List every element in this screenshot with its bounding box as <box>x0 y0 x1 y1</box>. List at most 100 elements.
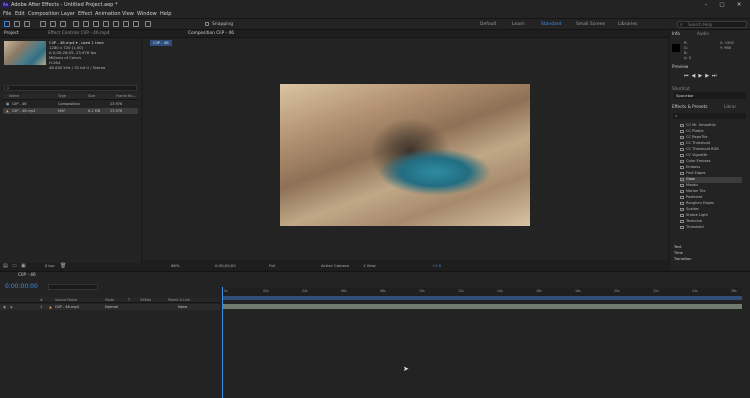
workspace-learn[interactable]: Learn <box>512 21 525 28</box>
pan-behind-tool-icon[interactable] <box>60 21 66 27</box>
tab-audio[interactable]: Audio <box>697 31 709 37</box>
brush-tool-icon[interactable] <box>103 21 109 27</box>
col-source-name[interactable]: Source Name <box>55 297 77 303</box>
menu-help[interactable]: Help <box>160 11 171 18</box>
zoom-dropdown[interactable]: 66% <box>171 261 179 270</box>
tab-libraries[interactable]: Librar <box>724 104 736 110</box>
bpc-label[interactable]: 8 bpc <box>45 264 55 268</box>
layer-duration-bar[interactable] <box>222 304 742 309</box>
layer-parent-dropdown[interactable]: None <box>178 304 187 310</box>
work-area-bar[interactable] <box>222 296 742 300</box>
effect-item[interactable]: Emboss <box>680 165 742 171</box>
camera-tool-icon[interactable] <box>50 21 56 27</box>
menu-effect[interactable]: Effect <box>78 11 92 18</box>
timeline-timecode[interactable]: 0;00;00;00 <box>5 283 38 290</box>
visibility-eye-icon[interactable]: ◉ <box>3 304 6 310</box>
col-size[interactable]: Size <box>88 94 95 99</box>
rectangle-tool-icon[interactable] <box>73 21 79 27</box>
clone-tool-icon[interactable] <box>113 21 119 27</box>
col-framerate[interactable]: Frame Ra... <box>116 94 136 99</box>
tab-effect-controls[interactable]: Effect Controls CliP - 46.mp4 <box>48 31 110 37</box>
shortcut-dropdown[interactable]: Spacebar <box>674 92 746 99</box>
effect-item[interactable]: Roughen Edges <box>680 201 742 207</box>
audio-speaker-icon[interactable]: ◈ <box>10 304 13 310</box>
effect-item[interactable]: CC Threshold <box>680 141 742 147</box>
views-dropdown[interactable]: 1 View <box>363 261 376 270</box>
tab-info[interactable]: Info <box>672 31 680 37</box>
menu-window[interactable]: Window <box>137 11 157 18</box>
tab-composition[interactable]: Composition CliP - 46 <box>188 31 234 37</box>
ruler-tick-label: 22s <box>653 289 659 293</box>
effect-item[interactable]: Posterize <box>680 195 742 201</box>
camera-dropdown[interactable]: Active Camera <box>321 261 349 270</box>
rotate-tool-icon[interactable] <box>40 21 46 27</box>
group-transition[interactable]: Transition <box>674 256 691 262</box>
interpret-footage-icon[interactable]: ▤ <box>3 263 8 269</box>
effect-item[interactable]: CC Vignette <box>680 153 742 159</box>
current-time-display[interactable]: 0;00;00;00 <box>215 261 236 270</box>
menu-composition[interactable]: Composition <box>28 11 59 18</box>
workspace-libraries[interactable]: Libraries <box>618 21 637 28</box>
layer-name[interactable]: CliP - 46.mp4 <box>55 304 79 310</box>
snapping-checkbox[interactable] <box>205 22 209 26</box>
effect-item[interactable]: Threshold <box>680 225 742 231</box>
workspace-standard[interactable]: Standard <box>541 21 561 28</box>
effect-item[interactable]: Glow <box>680 177 742 183</box>
layer-mode-dropdown[interactable]: Normal <box>105 304 118 310</box>
new-folder-icon[interactable]: ▭ <box>12 263 17 269</box>
comp-breadcrumb[interactable]: CliP - 46 <box>150 40 172 46</box>
project-search-input[interactable]: ρ. <box>4 85 137 91</box>
menu-view[interactable]: View <box>122 11 134 18</box>
maximize-button[interactable]: ▢ <box>716 1 728 9</box>
workspace-default[interactable]: Default <box>480 21 496 28</box>
effect-item[interactable]: Color Emboss <box>680 159 742 165</box>
playhead[interactable] <box>222 287 223 398</box>
hand-tool-icon[interactable] <box>14 21 20 27</box>
effect-item[interactable]: Strobe Light <box>680 213 742 219</box>
time-ruler[interactable] <box>222 288 742 296</box>
effect-item[interactable]: Mosaic <box>680 183 742 189</box>
effect-item[interactable]: CC Threshold RGB <box>680 147 742 153</box>
trash-icon[interactable]: 🗑 <box>60 263 66 269</box>
tab-timeline-comp[interactable]: CliP - 46 <box>18 273 36 279</box>
col-trkmat[interactable]: TrkMat <box>140 297 151 303</box>
zoom-tool-icon[interactable] <box>24 21 30 27</box>
pen-tool-icon[interactable] <box>83 21 89 27</box>
puppet-tool-icon[interactable] <box>145 21 151 27</box>
search-help-input[interactable]: Search Help <box>677 21 747 28</box>
playback-controls[interactable]: ⏮◀▶▶⏭ <box>684 73 720 79</box>
eraser-tool-icon[interactable] <box>123 21 129 27</box>
effects-search-input[interactable]: ρ. <box>673 113 746 119</box>
menu-layer[interactable]: Layer <box>61 11 75 18</box>
col-parent[interactable]: Parent & Link <box>168 297 190 303</box>
new-comp-icon[interactable]: ▣ <box>21 263 26 269</box>
tab-effects-presets[interactable]: Effects & Presets <box>672 104 707 110</box>
col-type[interactable]: Type <box>58 94 66 99</box>
effect-item[interactable]: Scatter <box>680 207 742 213</box>
effect-item[interactable]: CC Mr. Smoothie <box>680 123 742 129</box>
effect-item[interactable]: CC RepeTile <box>680 135 742 141</box>
col-name[interactable]: Name <box>9 94 19 99</box>
roto-tool-icon[interactable] <box>133 21 139 27</box>
list-item[interactable]: ▣ CliP - 46 Composition 23.976 <box>3 101 138 107</box>
effect-item[interactable]: Find Edges <box>680 171 742 177</box>
exposure-value[interactable]: +0.0 <box>432 261 441 270</box>
list-item[interactable]: ▲ CliP - 46.mp4 MXF 6.1 MB 23.976 <box>3 108 138 114</box>
timeline-search-input[interactable] <box>48 284 98 290</box>
layer-row[interactable]: ◉ ◈ 1 ▲ CliP - 46.mp4 Normal None <box>0 304 220 310</box>
menu-animation[interactable]: Animation <box>95 11 121 18</box>
preview-title: Preview <box>672 64 689 69</box>
menu-file[interactable]: File <box>3 11 11 18</box>
effect-item[interactable]: CC Plastic <box>680 129 742 135</box>
menu-edit[interactable]: Edit <box>15 11 25 18</box>
type-tool-icon[interactable] <box>93 21 99 27</box>
minimize-button[interactable]: – <box>700 1 712 9</box>
resolution-dropdown[interactable]: Full <box>269 261 276 270</box>
tab-project[interactable]: Project <box>4 31 19 37</box>
selection-tool-icon[interactable] <box>4 21 10 27</box>
workspace-small-screen[interactable]: Small Screen <box>576 21 605 28</box>
effect-item[interactable]: Motion Tile <box>680 189 742 195</box>
effect-item[interactable]: Texturize <box>680 219 742 225</box>
col-mode[interactable]: Mode <box>105 297 114 303</box>
close-button[interactable]: ✕ <box>733 1 745 9</box>
